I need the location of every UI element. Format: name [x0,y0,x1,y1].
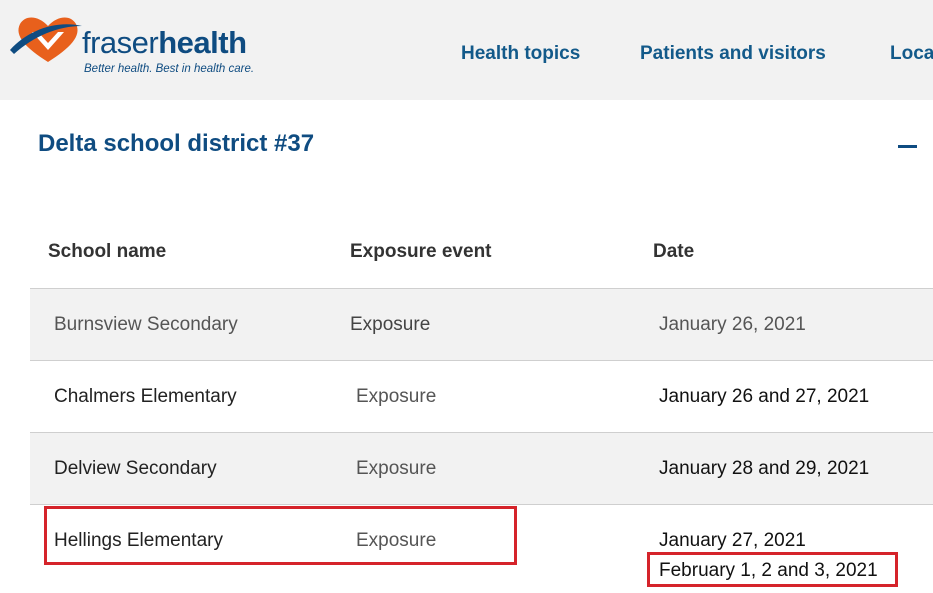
date-cell: January 28 and 29, 2021 [659,458,870,479]
section-title[interactable]: Delta school district #37 [38,130,314,158]
nav-item-locations[interactable]: Loca [890,43,933,65]
site-header: fraserhealth Better health. Best in heal… [0,0,933,100]
table-row: Delview Secondary Exposure January 28 an… [30,432,933,504]
exposure-event-cell: Exposure [356,458,437,479]
exposure-event-cell: Exposure [356,386,437,407]
collapse-button[interactable] [895,132,923,160]
brand-tagline: Better health. Best in health care. [84,63,255,75]
highlight-box-school-row [44,506,517,565]
brand-name: fraserhealth [82,26,247,60]
column-header-date: Date [653,241,695,262]
exposure-event-cell: Exposure [350,314,431,335]
nav-item-health-topics[interactable]: Health topics [461,43,580,65]
fraserhealth-logo[interactable]: fraserhealth Better health. Best in heal… [8,10,254,82]
school-name-cell: Delview Secondary [54,458,217,479]
school-name-cell: Chalmers Elementary [54,386,237,407]
table-row: Chalmers Elementary Exposure January 26 … [30,360,933,432]
date-cell: January 26 and 27, 2021 [659,386,870,407]
heart-logo-icon [10,17,82,63]
highlight-box-date [647,552,898,587]
date-cell: January 26, 2021 [659,314,806,335]
school-name-cell: Burnsview Secondary [54,314,238,335]
nav-item-patients-and-visitors[interactable]: Patients and visitors [640,43,826,65]
brand-name-bold: health [158,25,247,60]
column-header-exposure-event: Exposure event [350,241,492,262]
column-header-school-name: School name [48,241,167,262]
minus-icon [898,145,917,148]
brand-name-light: fraser [82,25,159,60]
date-cell: January 27, 2021 [659,530,806,551]
table-row: Burnsview Secondary Exposure January 26,… [30,288,933,360]
